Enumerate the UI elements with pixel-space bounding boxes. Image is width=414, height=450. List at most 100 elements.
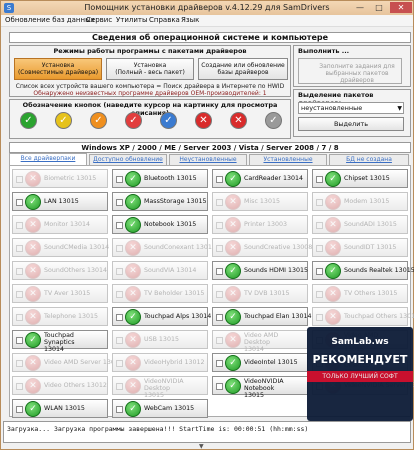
driver-checkbox[interactable] <box>16 268 23 275</box>
driver-checkbox[interactable] <box>16 360 23 367</box>
legend-check-yellow-icon[interactable]: ✓ <box>55 112 72 129</box>
driver-checkbox[interactable] <box>116 245 123 252</box>
execute-button[interactable]: Заполните задания для выбранных пакетов … <box>298 58 402 84</box>
driver-pack-button[interactable]: ✓ Bluetooth 13015 <box>112 169 208 188</box>
maximize-icon[interactable]: □ <box>370 2 388 13</box>
driver-pack-button[interactable]: ✕ Video AMD Server 13014 <box>12 353 123 372</box>
scroll-down-icon[interactable]: ▼ <box>199 443 204 450</box>
driver-pack-button[interactable]: ✓ Sounds Realtek 13015 <box>312 261 414 280</box>
driver-pack-button[interactable]: ✕VideoNVIDIA Desktop 13015 <box>112 376 208 399</box>
driver-checkbox[interactable] <box>216 222 223 229</box>
menu-language[interactable]: Язык <box>181 16 199 24</box>
driver-checkbox[interactable] <box>316 314 323 321</box>
driver-checkbox[interactable] <box>116 268 123 275</box>
driver-checkbox[interactable] <box>316 245 323 252</box>
driver-pack-button[interactable]: ✓ VideoNVIDIA Notebook 13015 <box>212 376 308 399</box>
driver-pack-button[interactable]: ✕ SoundVIA 13014 <box>112 261 208 280</box>
driver-pack-button[interactable]: ✕ SoundIDT 13015 <box>312 238 408 257</box>
legend-cross-red-icon[interactable]: ✕ <box>195 112 212 129</box>
driver-pack-button[interactable]: ✓ MassStorage 13015 <box>112 192 208 211</box>
driver-checkbox[interactable] <box>116 176 123 183</box>
driver-pack-button[interactable]: ✕ Biometric 13015 <box>12 169 108 188</box>
driver-pack-button[interactable]: ✓ LAN 13015 <box>12 192 108 211</box>
driver-pack-button[interactable]: ✕ USB 13015 <box>112 330 208 349</box>
driver-pack-button[interactable]: ✕ TV Aver 13015 <box>12 284 108 303</box>
driver-checkbox[interactable] <box>216 360 223 367</box>
driver-pack-button[interactable]: ✓ Sounds HDMI 13015 <box>212 261 308 280</box>
mode-install-compatible-button[interactable]: Установка (Совместимые драйвера) <box>14 58 102 80</box>
driver-pack-button[interactable]: ✕ SoundCMedia 13014 <box>12 238 109 257</box>
title-bar[interactable]: S Помощник установки драйверов v.4.12.29… <box>1 1 413 15</box>
menu-utilities[interactable]: Утилиты <box>116 16 148 24</box>
driver-checkbox[interactable] <box>116 406 123 413</box>
driver-checkbox[interactable] <box>216 268 223 275</box>
driver-checkbox[interactable] <box>16 383 23 390</box>
sysinfo-title[interactable]: Сведения об операционной системе и компь… <box>9 32 411 43</box>
driver-checkbox[interactable] <box>116 337 123 344</box>
driver-pack-button[interactable]: ✕ VideoHybrid 13012 <box>112 353 208 372</box>
driver-pack-button[interactable]: ✓ Touchpad Elan 13014 <box>212 307 312 326</box>
driver-checkbox[interactable] <box>116 383 123 390</box>
driver-pack-button[interactable]: ✕ Monitor 13014 <box>12 215 108 234</box>
driver-pack-button[interactable]: ✓ Touchpad Alps 13014 <box>112 307 211 326</box>
driver-pack-button[interactable]: ✓ Notebook 13015 <box>112 215 208 234</box>
driver-pack-button[interactable]: ✕ SoundADI 13015 <box>312 215 408 234</box>
legend-check-green-icon[interactable]: ✓ <box>20 112 37 129</box>
close-icon[interactable]: ✕ <box>390 2 412 13</box>
tab-not-installed[interactable]: Неустановленные <box>169 154 247 165</box>
driver-checkbox[interactable] <box>16 406 23 413</box>
menu-help[interactable]: Справка <box>149 16 180 24</box>
driver-checkbox[interactable] <box>16 337 23 344</box>
driver-pack-button[interactable]: ✕ SoundCreative 13008 <box>212 238 312 257</box>
driver-checkbox[interactable] <box>316 222 323 229</box>
packages-select[interactable]: неустановленные ▼ <box>298 102 404 114</box>
driver-checkbox[interactable] <box>16 245 23 252</box>
menu-service[interactable]: Сервис <box>86 16 112 24</box>
tab-updates-available[interactable]: Доступно обновление <box>89 154 167 165</box>
tab-installed[interactable]: Установленные <box>249 154 327 165</box>
driver-checkbox[interactable] <box>316 268 323 275</box>
driver-pack-button[interactable]: ✓ WLAN 13015 <box>12 399 108 418</box>
driver-pack-button[interactable]: ✕ SoundConexant 13012 <box>112 238 216 257</box>
driver-pack-button[interactable]: ✓ Touchpad Synaptics 13014 <box>12 330 108 353</box>
driver-pack-button[interactable]: ✓ Chipset 13015 <box>312 169 408 188</box>
tab-all-packs[interactable]: Все драйверпаки <box>9 153 87 165</box>
driver-pack-button[interactable]: ✕ SoundOthers 13014 <box>12 261 108 280</box>
driver-checkbox[interactable] <box>216 383 223 390</box>
driver-pack-button[interactable]: ✕ Touchpad Others 13015 <box>312 307 414 326</box>
legend-check-red-icon[interactable]: ✓ <box>125 112 142 129</box>
driver-checkbox[interactable] <box>16 314 23 321</box>
legend-check-orange-icon[interactable]: ✓ <box>90 112 107 129</box>
driver-pack-button[interactable]: ✕ Video Others 13012 <box>12 376 108 395</box>
mode-install-full-button[interactable]: Установка (Полный - весь пакет) <box>106 58 194 80</box>
driver-pack-button[interactable]: ✓ VideoIntel 13015 <box>212 353 308 372</box>
legend-check-blue-icon[interactable]: ✓ <box>160 112 177 129</box>
driver-pack-button[interactable]: ✓ CardReader 13014 <box>212 169 308 188</box>
driver-checkbox[interactable] <box>116 291 123 298</box>
driver-pack-button[interactable]: ✕ Printer 13003 <box>212 215 308 234</box>
legend-cross-red-2-icon[interactable]: ✕ <box>230 112 247 129</box>
driver-pack-button[interactable]: ✕ TV Others 13015 <box>312 284 408 303</box>
driver-pack-button[interactable]: ✕ TV Beholder 13015 <box>112 284 208 303</box>
driver-pack-button[interactable]: ✕ Telephone 13015 <box>12 307 108 326</box>
driver-checkbox[interactable] <box>216 291 223 298</box>
hwid-search-link[interactable]: Список всех устройств вашего компьютера … <box>10 83 290 90</box>
legend-check-gray-icon[interactable]: ✓ <box>265 112 282 129</box>
driver-checkbox[interactable] <box>216 337 223 344</box>
driver-checkbox[interactable] <box>216 245 223 252</box>
driver-checkbox[interactable] <box>316 199 323 206</box>
driver-checkbox[interactable] <box>116 222 123 229</box>
driver-pack-button[interactable]: ✓ WebCam 13015 <box>112 399 208 418</box>
driver-pack-button[interactable]: ✕ TV DVB 13015 <box>212 284 308 303</box>
select-packages-button[interactable]: Выделить <box>298 117 404 131</box>
tab-db-not-created[interactable]: БД не создана <box>329 154 409 165</box>
driver-pack-button[interactable]: ✕ Misc 13015 <box>212 192 308 211</box>
driver-checkbox[interactable] <box>216 199 223 206</box>
driver-checkbox[interactable] <box>16 222 23 229</box>
driver-pack-button[interactable]: ✕ Video AMD Desktop 13014 <box>212 330 308 353</box>
driver-pack-button[interactable]: ✕ Modem 13015 <box>312 192 408 211</box>
driver-checkbox[interactable] <box>316 176 323 183</box>
driver-checkbox[interactable] <box>16 176 23 183</box>
driver-checkbox[interactable] <box>16 199 23 206</box>
driver-checkbox[interactable] <box>216 176 223 183</box>
